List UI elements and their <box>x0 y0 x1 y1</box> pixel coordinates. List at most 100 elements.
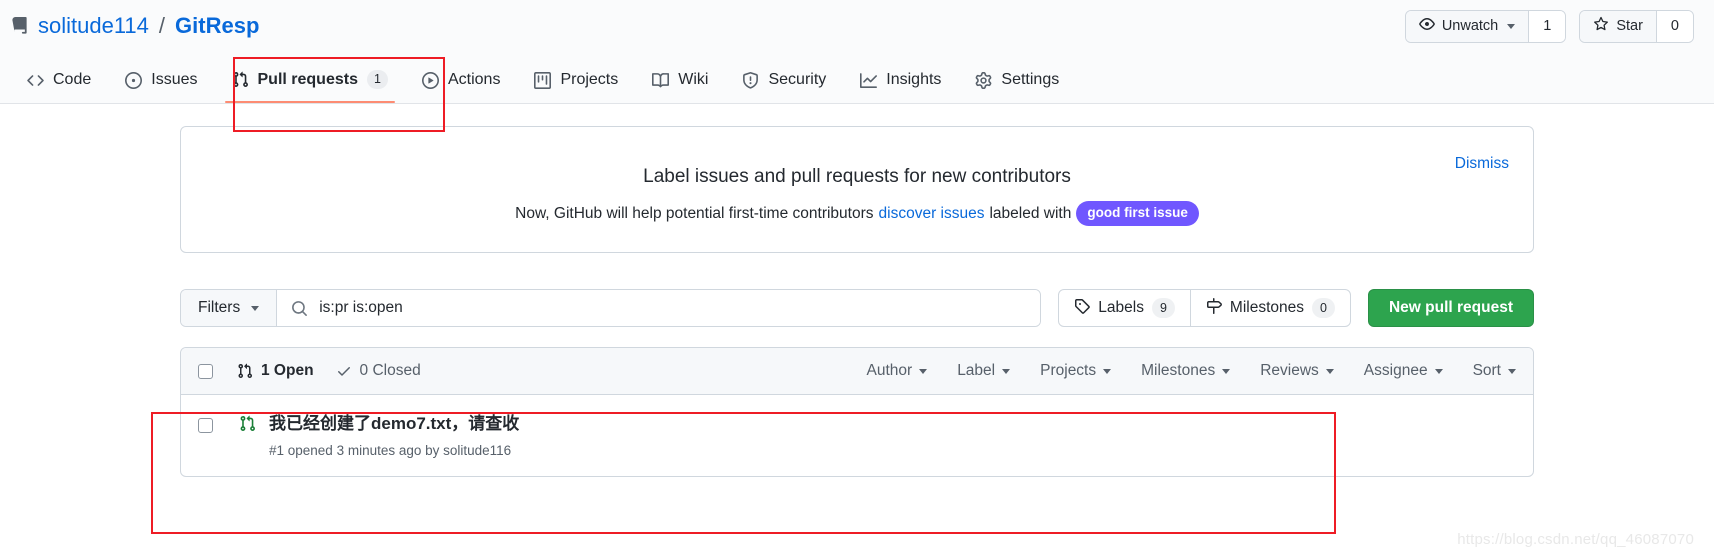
tab-pull-requests-counter: 1 <box>367 70 388 89</box>
banner-sub-text-before: Now, GitHub will help potential first-ti… <box>515 205 873 223</box>
main-content: Dismiss Label issues and pull requests f… <box>0 126 1714 477</box>
labels-label: Labels <box>1098 299 1144 317</box>
tab-actions-label: Actions <box>448 71 500 89</box>
chevron-down-icon <box>1507 24 1515 29</box>
tab-settings[interactable]: Settings <box>958 71 1076 103</box>
chevron-down-icon <box>919 369 927 374</box>
good-first-issue-badge[interactable]: good first issue <box>1076 201 1199 226</box>
filter-reviews[interactable]: Reviews <box>1260 362 1334 380</box>
git-pull-request-icon <box>232 71 249 88</box>
book-icon <box>652 72 669 89</box>
labels-count: 9 <box>1152 298 1175 318</box>
star-label: Star <box>1616 18 1643 34</box>
shield-icon <box>742 72 759 89</box>
repo-name-link[interactable]: GitResp <box>175 15 259 37</box>
search-input[interactable] <box>319 299 1026 317</box>
graph-icon <box>860 72 877 89</box>
contributors-banner: Dismiss Label issues and pull requests f… <box>180 126 1534 253</box>
row-checkbox[interactable] <box>198 418 213 433</box>
dismiss-banner-link[interactable]: Dismiss <box>1455 155 1509 173</box>
search-icon <box>291 300 308 317</box>
filter-milestones[interactable]: Milestones <box>1141 362 1230 380</box>
filter-author[interactable]: Author <box>867 362 928 380</box>
select-all-checkbox[interactable] <box>198 364 213 379</box>
tab-issues-label: Issues <box>151 71 197 89</box>
filter-sort[interactable]: Sort <box>1473 362 1516 380</box>
issue-opened-icon <box>125 72 142 89</box>
chevron-down-icon <box>1103 369 1111 374</box>
tab-code[interactable]: Code <box>10 71 108 103</box>
tab-wiki[interactable]: Wiki <box>635 71 725 103</box>
star-icon <box>1593 16 1609 36</box>
new-pull-request-button[interactable]: New pull request <box>1368 289 1534 327</box>
tab-pull-requests[interactable]: Pull requests 1 <box>215 70 405 103</box>
tab-settings-label: Settings <box>1001 71 1059 89</box>
search-bar[interactable]: Filters <box>180 289 1041 327</box>
chevron-down-icon <box>1326 369 1334 374</box>
closed-count-filter[interactable]: 0 Closed <box>336 362 421 380</box>
filter-reviews-label: Reviews <box>1260 362 1319 380</box>
table-row[interactable]: 我已经创建了demo7.txt，请查收 #1 opened 3 minutes … <box>181 395 1533 476</box>
filter-projects-label: Projects <box>1040 362 1096 380</box>
watch-button-group[interactable]: Unwatch 1 <box>1405 10 1567 43</box>
discover-issues-link[interactable]: discover issues <box>879 205 985 223</box>
tab-insights-label: Insights <box>886 71 941 89</box>
tab-issues[interactable]: Issues <box>108 71 214 103</box>
tab-insights[interactable]: Insights <box>843 71 958 103</box>
labels-button[interactable]: Labels 9 <box>1059 290 1190 326</box>
code-icon <box>27 72 44 89</box>
list-sort-filters: Author Label Projects Milestones Reviews <box>867 362 1516 380</box>
filter-projects[interactable]: Projects <box>1040 362 1111 380</box>
breadcrumb-separator: / <box>159 15 165 37</box>
unwatch-label: Unwatch <box>1442 18 1498 34</box>
open-count-filter[interactable]: 1 Open <box>237 362 314 380</box>
chevron-down-icon <box>1002 369 1010 374</box>
filter-label[interactable]: Label <box>957 362 1010 380</box>
tab-code-label: Code <box>53 71 91 89</box>
tab-projects[interactable]: Projects <box>517 71 635 103</box>
filter-author-label: Author <box>867 362 913 380</box>
filter-assignee[interactable]: Assignee <box>1364 362 1443 380</box>
open-count-label: 1 Open <box>261 362 314 380</box>
chevron-down-icon <box>1508 369 1516 374</box>
search-input-area[interactable] <box>277 290 1040 326</box>
banner-subtitle: Now, GitHub will help potential first-ti… <box>205 201 1509 226</box>
milestones-label: Milestones <box>1230 299 1304 317</box>
star-button-group[interactable]: Star 0 <box>1579 10 1694 43</box>
eye-icon <box>1419 16 1435 36</box>
banner-sub-text-middle: labeled with <box>989 205 1071 223</box>
repo-nav: Code Issues Pull requests 1 Actions Proj… <box>0 52 1714 104</box>
milestones-count: 0 <box>1312 298 1335 318</box>
row-content: 我已经创建了demo7.txt，请查收 #1 opened 3 minutes … <box>269 413 519 458</box>
star-count: 0 <box>1656 11 1693 42</box>
star-button[interactable]: Star <box>1580 11 1656 42</box>
filter-label-label: Label <box>957 362 995 380</box>
gear-icon <box>975 72 992 89</box>
pull-request-meta: #1 opened 3 minutes ago by solitude116 <box>269 443 519 458</box>
filter-milestones-label: Milestones <box>1141 362 1215 380</box>
git-pull-request-icon <box>239 415 256 432</box>
chevron-down-icon <box>251 306 259 311</box>
repo-book-icon <box>10 17 29 36</box>
tab-actions[interactable]: Actions <box>405 71 517 103</box>
filter-sort-label: Sort <box>1473 362 1501 380</box>
labels-milestones-group[interactable]: Labels 9 Milestones 0 <box>1058 289 1351 327</box>
tab-wiki-label: Wiki <box>678 71 708 89</box>
pull-request-list: 1 Open 0 Closed Author Label <box>180 347 1534 477</box>
header-actions: Unwatch 1 Star 0 <box>1405 10 1694 43</box>
chevron-down-icon <box>1222 369 1230 374</box>
git-pull-request-icon <box>237 363 253 379</box>
milestones-button[interactable]: Milestones 0 <box>1190 290 1350 326</box>
breadcrumb: solitude114 / GitResp <box>10 15 259 37</box>
unwatch-button[interactable]: Unwatch <box>1406 11 1528 42</box>
tab-projects-label: Projects <box>560 71 618 89</box>
tab-pull-requests-label: Pull requests <box>258 71 358 89</box>
tab-security[interactable]: Security <box>725 71 843 103</box>
pull-request-title-link[interactable]: 我已经创建了demo7.txt，请查收 <box>269 414 519 433</box>
filters-dropdown-button[interactable]: Filters <box>181 290 277 326</box>
chevron-down-icon <box>1435 369 1443 374</box>
filter-assignee-label: Assignee <box>1364 362 1428 380</box>
repo-owner-link[interactable]: solitude114 <box>38 15 149 37</box>
banner-title: Label issues and pull requests for new c… <box>205 166 1509 188</box>
milestone-icon <box>1206 298 1222 319</box>
